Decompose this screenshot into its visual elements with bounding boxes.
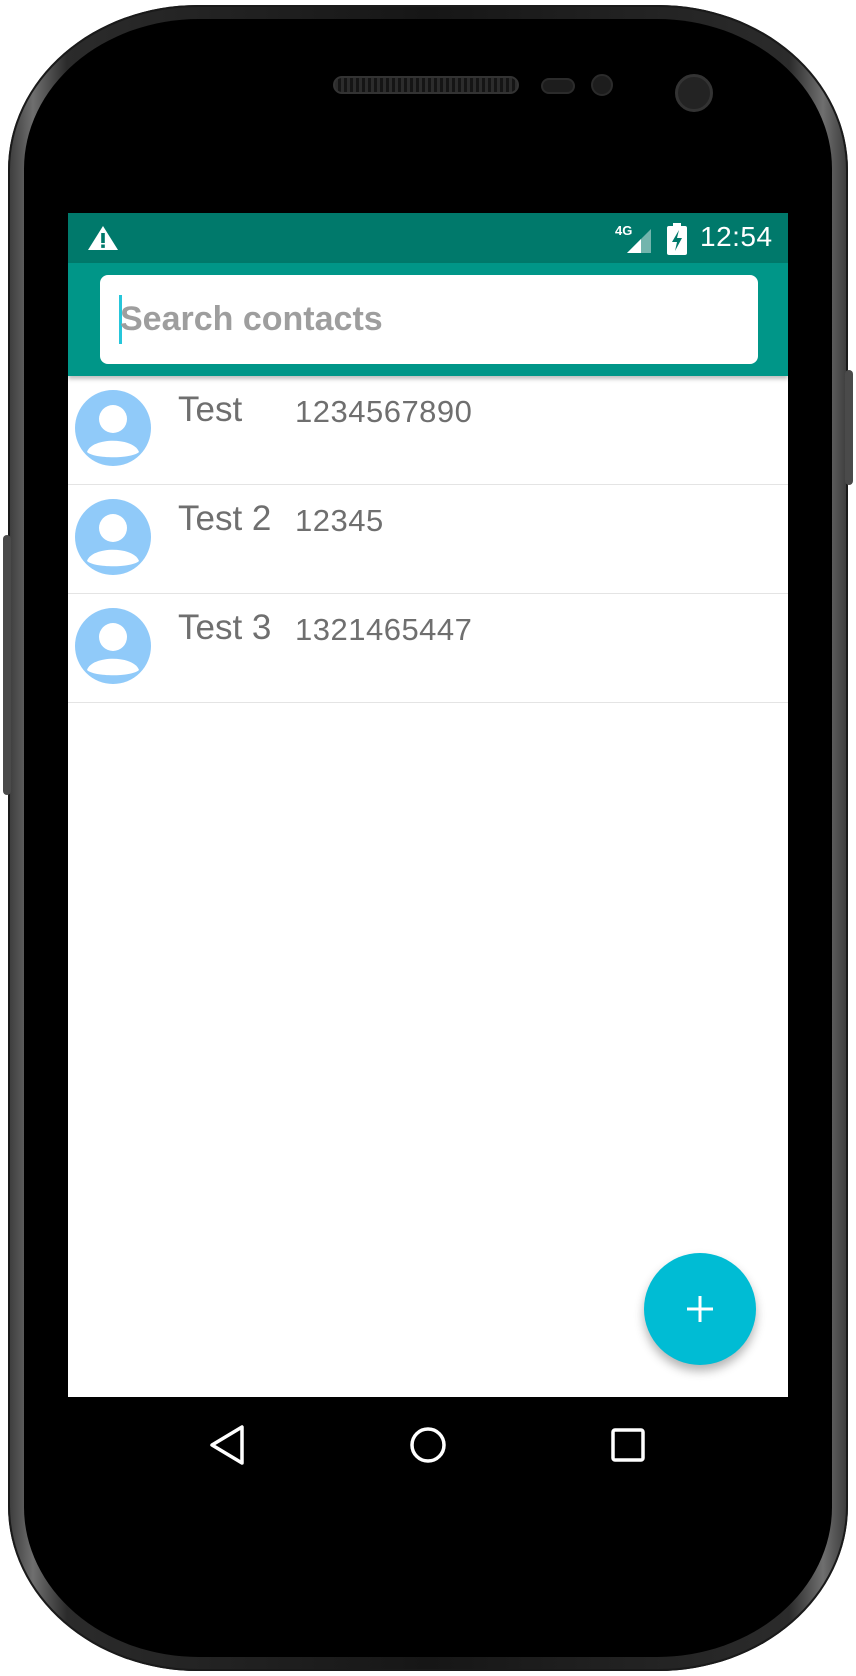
contact-avatar-icon [75,390,151,466]
volume-button [3,535,11,795]
recents-icon[interactable] [606,1423,650,1467]
contact-avatar-icon [75,608,151,684]
power-button [845,370,853,485]
plus-icon [687,1296,713,1322]
battery-charging-icon [667,223,687,255]
front-camera [675,74,713,112]
contact-name: Test 3 [178,608,272,647]
app-screen: 4G 12:54 Test 1234567890 [68,213,788,1492]
contact-phone: 1234567890 [295,394,473,429]
contact-row[interactable]: Test 3 1321465447 [68,594,788,703]
search-input[interactable] [120,275,740,364]
status-bar: 4G 12:54 [68,213,788,263]
search-box[interactable] [100,275,758,364]
contact-avatar-icon [75,499,151,575]
home-icon[interactable] [406,1423,450,1467]
contact-row[interactable]: Test 1234567890 [68,376,788,485]
add-contact-button[interactable] [644,1253,756,1365]
contact-row[interactable]: Test 2 12345 [68,485,788,594]
contact-phone: 1321465447 [295,612,473,647]
back-icon[interactable] [206,1423,250,1467]
earpiece-speaker [333,76,519,94]
contact-name: Test 2 [178,499,272,538]
contact-name: Test [178,390,243,429]
contact-phone: 12345 [295,503,384,538]
status-clock: 12:54 [700,221,773,252]
proximity-sensor [541,78,575,94]
warning-icon [88,226,118,250]
light-sensor [591,74,613,96]
app-toolbar [68,263,788,376]
contact-list: Test 1234567890 Test 2 12345 Test 3 1321… [68,376,788,703]
signal-icon [627,229,651,253]
navigation-bar [68,1397,788,1493]
